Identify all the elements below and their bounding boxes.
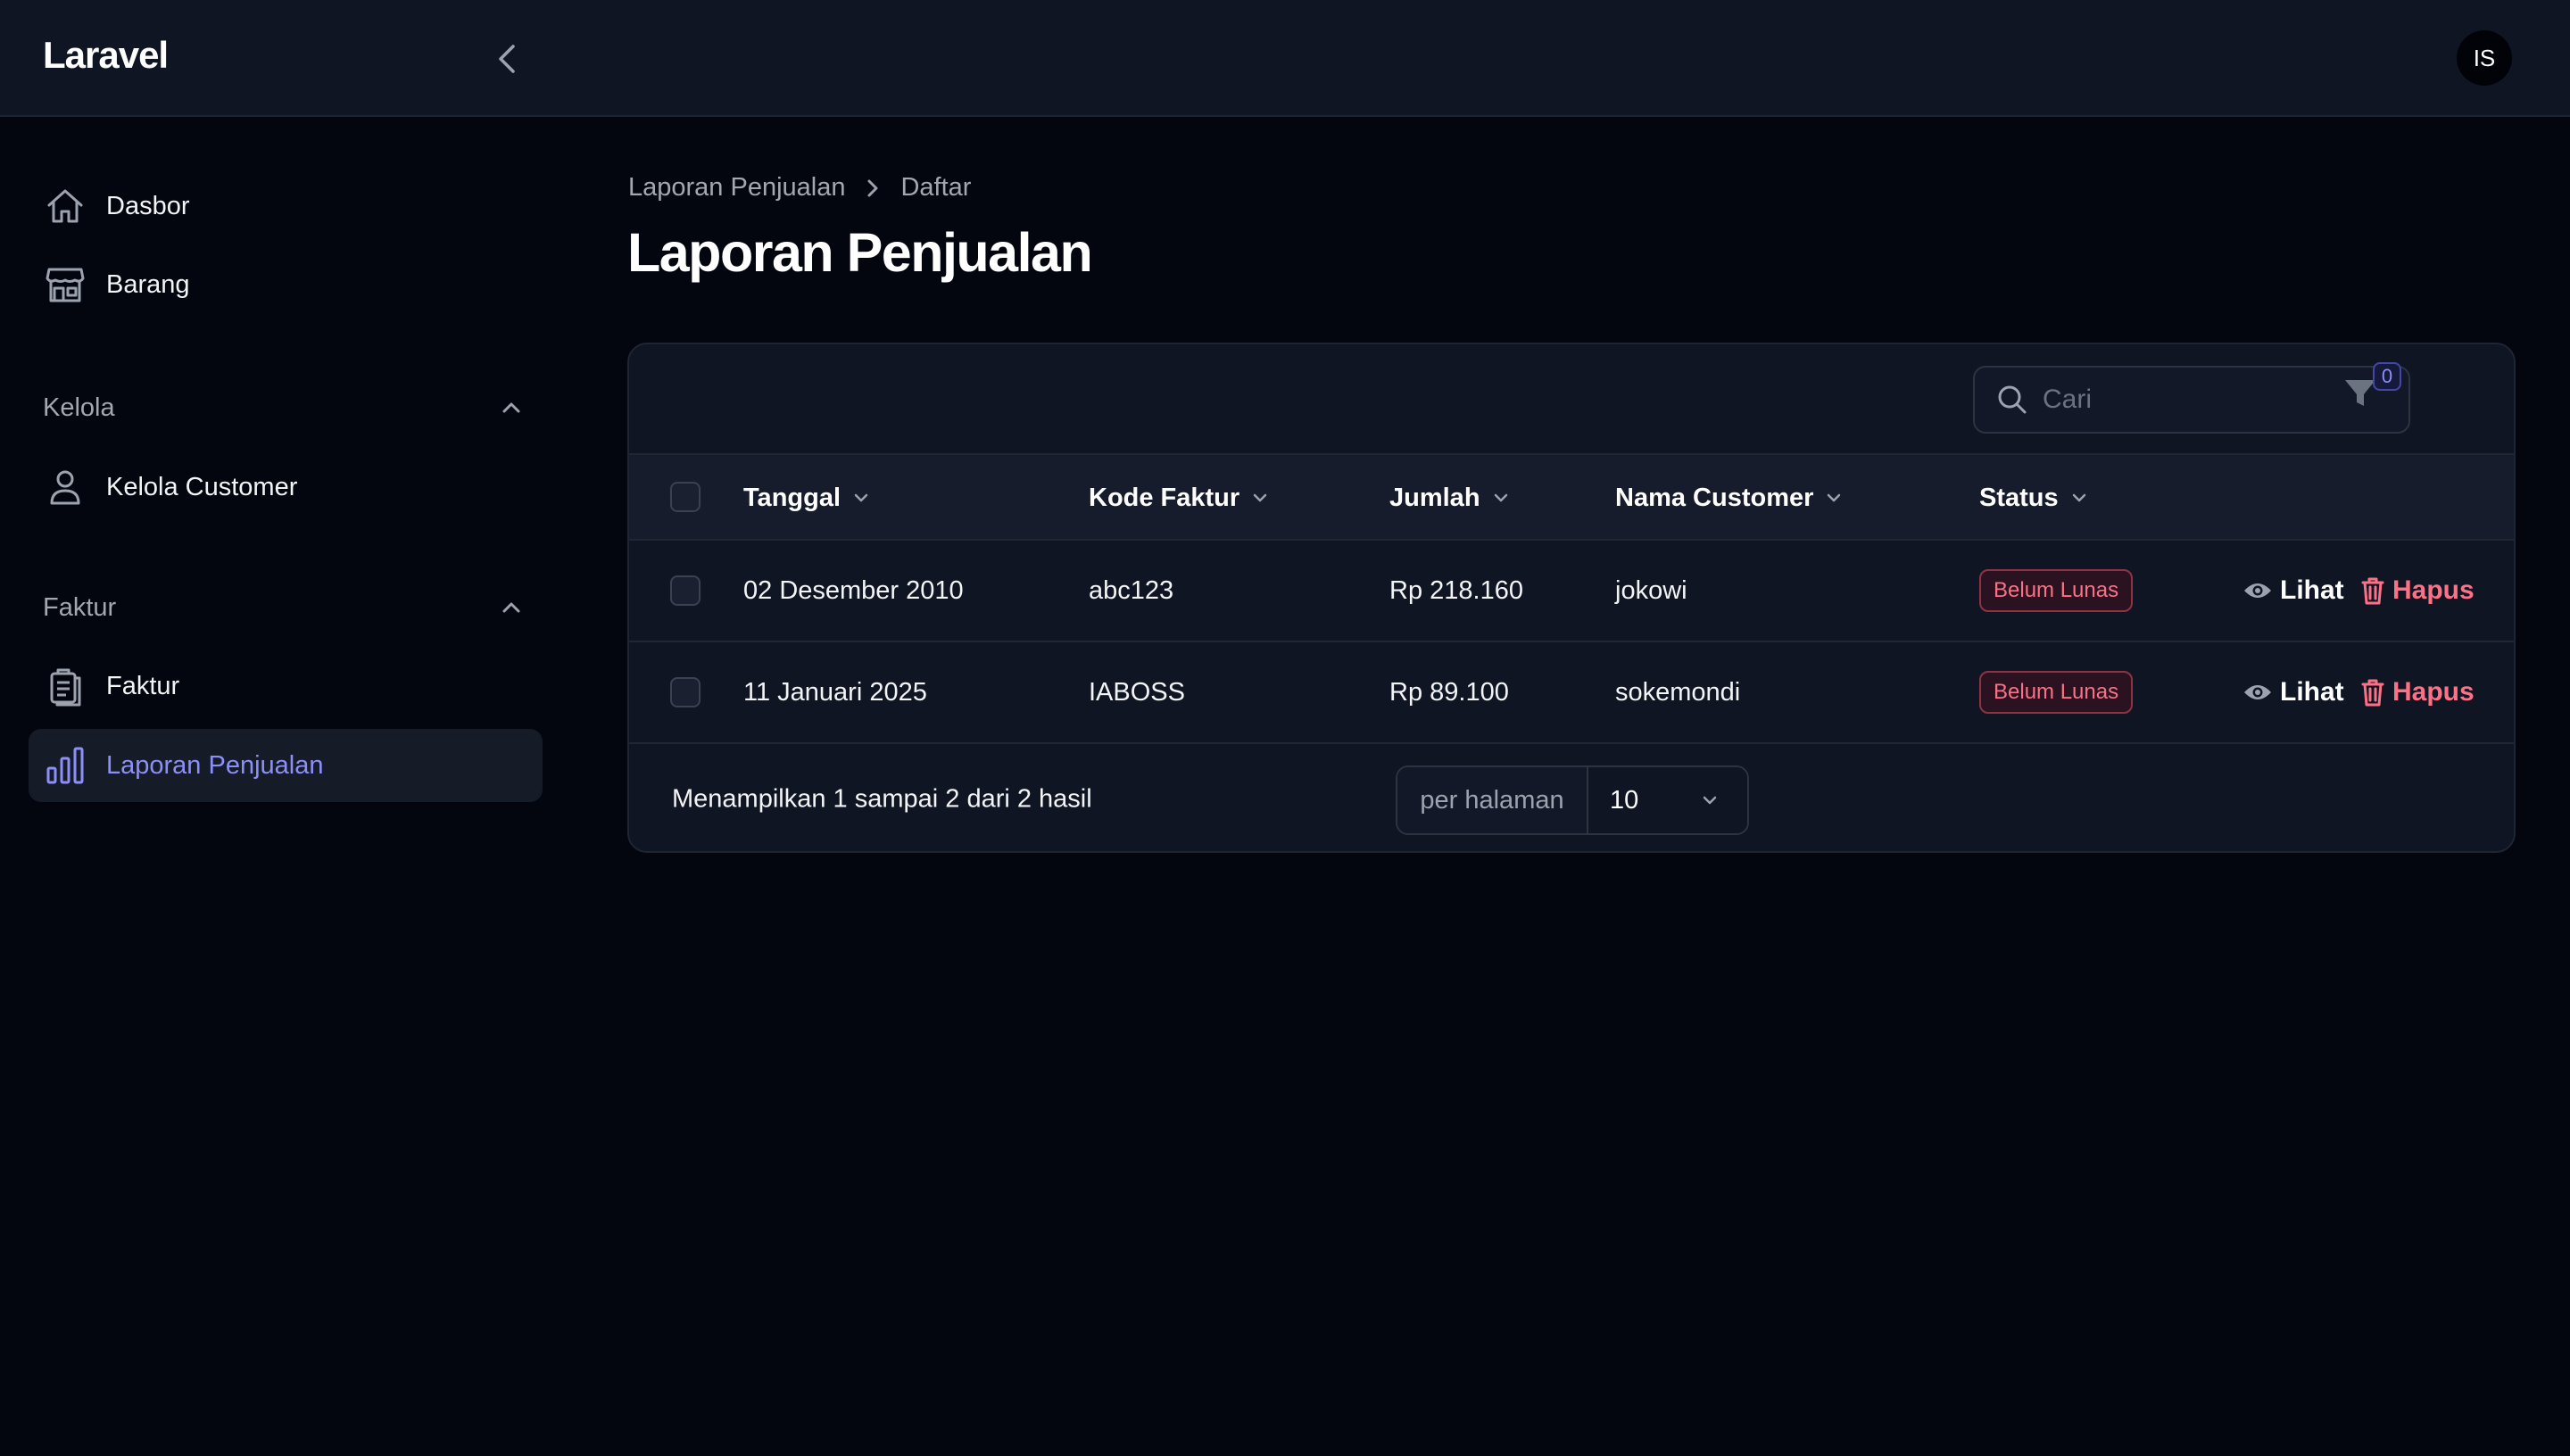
trash-icon: [2360, 575, 2385, 606]
sidebar-item-faktur[interactable]: Faktur: [29, 649, 543, 723]
table-row: 11 Januari 2025 IABOSS Rp 89.100 sokemon…: [629, 642, 2514, 744]
per-page-value: 10: [1610, 785, 1639, 815]
sidebar-item-label: Laporan Penjualan: [106, 750, 324, 780]
chart-bar-icon: [43, 743, 87, 788]
cell-kode-faktur: abc123: [1089, 575, 1174, 605]
status-badge: Belum Lunas: [1979, 569, 2134, 612]
view-button[interactable]: Lihat: [2243, 541, 2344, 641]
chevron-right-icon: [863, 177, 883, 200]
delete-button[interactable]: Hapus: [2360, 642, 2475, 742]
group-kelola-toggle[interactable]: Kelola: [43, 386, 525, 429]
breadcrumb-current: Daftar: [900, 173, 972, 202]
column-label: Status: [1979, 483, 2059, 512]
delete-label: Hapus: [2392, 677, 2475, 707]
view-button[interactable]: Lihat: [2243, 642, 2344, 742]
per-page-control: per halaman 10: [1396, 765, 1749, 835]
column-header-status[interactable]: Status: [1979, 455, 2089, 541]
chevron-down-icon: [1491, 488, 1511, 508]
column-label: Jumlah: [1389, 483, 1480, 512]
delete-button[interactable]: Hapus: [2360, 541, 2475, 641]
sidebar-item-laporan-penjualan[interactable]: Laporan Penjualan: [29, 729, 543, 802]
column-header-jumlah[interactable]: Jumlah: [1389, 455, 1511, 541]
column-label: Tanggal: [743, 483, 841, 512]
cell-nama-customer: jokowi: [1615, 575, 1687, 605]
column-label: Nama Customer: [1615, 483, 1814, 512]
store-icon: [43, 262, 87, 307]
cell-tanggal: 11 Januari 2025: [743, 677, 927, 707]
cell-jumlah: Rp 218.160: [1389, 575, 1523, 605]
group-label: Faktur: [43, 592, 117, 622]
row-checkbox[interactable]: [670, 575, 701, 606]
eye-icon: [2243, 681, 2273, 704]
breadcrumb: Laporan Penjualan Daftar: [628, 173, 971, 203]
top-bar: Laravel IS: [0, 0, 2570, 117]
cell-kode-faktur: IABOSS: [1089, 677, 1185, 707]
status-badge: Belum Lunas: [1979, 671, 2134, 714]
sidebar-item-dasbor[interactable]: Dasbor: [29, 170, 543, 243]
select-all-checkbox[interactable]: [670, 482, 701, 512]
trash-icon: [2360, 677, 2385, 707]
group-label: Kelola: [43, 393, 115, 422]
pagination-summary: Menampilkan 1 sampai 2 dari 2 hasil: [672, 784, 1092, 814]
group-faktur-toggle[interactable]: Faktur: [43, 586, 525, 629]
chevron-down-icon: [1824, 488, 1844, 508]
sidebar-item-kelola-customer[interactable]: Kelola Customer: [29, 451, 543, 524]
delete-label: Hapus: [2392, 575, 2475, 605]
view-label: Lihat: [2280, 575, 2344, 605]
per-page-select[interactable]: 10: [1588, 767, 1747, 833]
cell-nama-customer: sokemondi: [1615, 677, 1741, 707]
table-header: Tanggal Kode Faktur Jumlah Nama Customer…: [629, 453, 2514, 541]
sidebar-item-label: Faktur: [106, 671, 180, 700]
chevron-down-icon: [1250, 488, 1270, 508]
chevron-down-icon: [2069, 488, 2089, 508]
home-icon: [43, 184, 87, 228]
table-card: 0 Tanggal Kode Faktur Jumlah Nama Custom…: [627, 343, 2516, 853]
cell-jumlah: Rp 89.100: [1389, 677, 1509, 707]
filter-count-badge: 0: [2373, 362, 2401, 391]
column-label: Kode Faktur: [1089, 483, 1240, 512]
clipboard-icon: [43, 664, 87, 708]
cell-tanggal: 02 Desember 2010: [743, 575, 964, 605]
brand-logo[interactable]: Laravel: [43, 34, 169, 77]
chevron-left-icon: [499, 45, 515, 73]
row-checkbox[interactable]: [670, 677, 701, 707]
sidebar: Dasbor Barang Kelola Kelola Customer Fak…: [0, 117, 571, 1456]
chevron-down-icon: [1703, 796, 1717, 805]
search-icon: [1996, 384, 2028, 416]
chevron-up-icon: [502, 402, 520, 413]
per-page-label: per halaman: [1397, 767, 1588, 833]
sidebar-item-label: Kelola Customer: [106, 472, 298, 501]
breadcrumb-parent-link[interactable]: Laporan Penjualan: [628, 173, 845, 203]
sidebar-item-label: Dasbor: [106, 191, 190, 220]
chevron-up-icon: [502, 602, 520, 613]
view-label: Lihat: [2280, 677, 2344, 707]
user-icon: [43, 465, 87, 509]
eye-icon: [2243, 579, 2273, 602]
page-title: Laporan Penjualan: [627, 222, 1093, 283]
column-header-kode-faktur[interactable]: Kode Faktur: [1089, 455, 1270, 541]
table-row: 02 Desember 2010 abc123 Rp 218.160 jokow…: [629, 541, 2514, 642]
sidebar-item-label: Barang: [106, 269, 190, 299]
column-header-nama-customer[interactable]: Nama Customer: [1615, 455, 1844, 541]
sidebar-item-barang[interactable]: Barang: [29, 248, 543, 321]
user-avatar[interactable]: IS: [2457, 30, 2512, 86]
collapse-sidebar-button[interactable]: [487, 39, 526, 79]
chevron-down-icon: [851, 488, 871, 508]
column-header-tanggal[interactable]: Tanggal: [743, 455, 871, 541]
